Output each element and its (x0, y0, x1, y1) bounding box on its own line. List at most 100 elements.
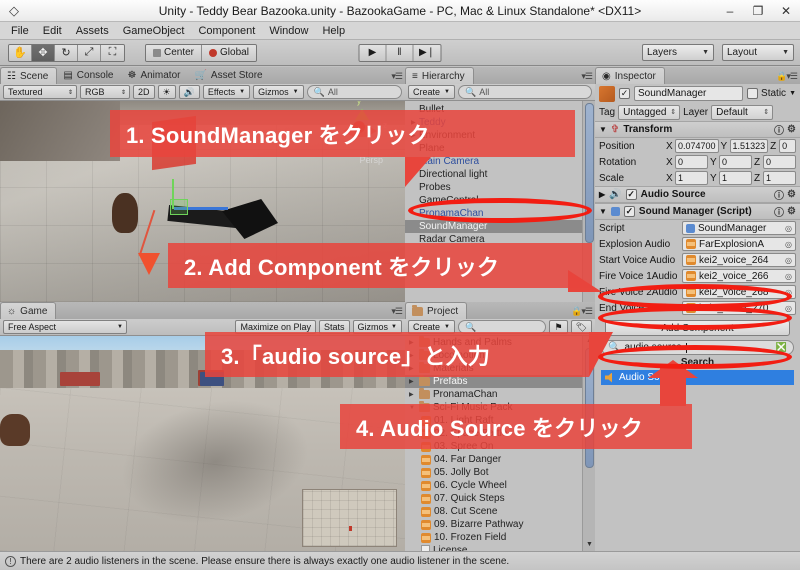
gear-icon[interactable]: ⚙ (787, 124, 796, 135)
project-item-license[interactable]: License (405, 544, 582, 551)
scale-tool-icon[interactable]: ⤢ (78, 44, 101, 61)
space-mode-button[interactable]: Global (202, 44, 256, 61)
object-picker-icon[interactable]: ◎ (785, 224, 792, 233)
hierarchy-scrollbar-thumb[interactable] (585, 103, 594, 243)
layers-dropdown[interactable]: Layers ▼ (642, 44, 714, 61)
explosion-audio-field[interactable]: FarExplosionA ◎ (682, 237, 796, 251)
audio-source-component-header[interactable]: ▶ 🔊 ✓ Audio Source ⓘ ⚙ (595, 186, 800, 203)
expand-triangle-icon[interactable]: ▶ (409, 391, 416, 398)
move-gizmo-z-arrow[interactable] (138, 253, 160, 275)
object-picker-icon[interactable]: ◎ (785, 240, 792, 249)
gear-icon[interactable]: ⚙ (787, 206, 796, 217)
step-button[interactable]: ▶❘ (413, 44, 441, 61)
tab-inspector[interactable]: ◉ Inspector (595, 67, 665, 84)
position-z-input[interactable]: 0 (779, 139, 796, 153)
project-item-pronamachan[interactable]: ▶ PronamaChan (405, 388, 582, 401)
script-object-field[interactable]: SoundManager ◎ (682, 221, 796, 235)
scale-z-input[interactable]: 1 (763, 171, 796, 185)
help-icon[interactable]: ⓘ (774, 204, 784, 219)
move-gizmo-z-axis[interactable] (138, 209, 156, 257)
static-checkbox[interactable] (747, 88, 759, 99)
project-item-04-far-danger[interactable]: 04. Far Danger (405, 453, 582, 466)
foldout-triangle-icon[interactable]: ▼ (599, 207, 607, 216)
draw-mode-dropdown[interactable]: Textured ⇕ (3, 85, 77, 99)
position-y-input[interactable]: 1.51323 (729, 139, 769, 153)
project-item-10-frozen-field[interactable]: 10. Frozen Field (405, 531, 582, 544)
rotate-tool-icon[interactable]: ↻ (55, 44, 78, 61)
pivot-mode-button[interactable]: Center (146, 44, 203, 61)
toggle-2d-button[interactable]: 2D (133, 85, 155, 99)
scale-x-input[interactable]: 1 (675, 171, 708, 185)
sound-manager-component-header[interactable]: ▼ ✓ Sound Manager (Script) ⓘ ⚙ (595, 203, 800, 220)
scene-search-input[interactable]: 🔍 All (306, 85, 402, 99)
menu-component[interactable]: Component (191, 22, 262, 40)
object-name-input[interactable]: SoundManager (634, 86, 744, 101)
pause-button[interactable]: ‖ (386, 44, 414, 61)
play-button[interactable]: ▶ (359, 44, 387, 61)
start-voice-audio-field[interactable]: kei2_voice_264 ◎ (682, 253, 796, 267)
color-mode-dropdown[interactable]: RGB ⇕ (80, 85, 130, 99)
chevron-down-icon[interactable]: ▼ (789, 90, 796, 97)
aspect-ratio-dropdown[interactable]: Free Aspect ▼ (3, 320, 127, 334)
panel-options-icon[interactable]: ▾☰ (391, 306, 403, 317)
foldout-triangle-icon[interactable]: ▼ (599, 125, 607, 134)
tab-hierarchy[interactable]: ≡ Hierarchy (405, 67, 474, 84)
position-x-input[interactable]: 0.074700 (675, 139, 719, 153)
project-item-09-bizarre-pathway[interactable]: 09. Bizarre Pathway (405, 518, 582, 531)
hierarchy-create-button[interactable]: Create ▼ (408, 85, 455, 99)
tab-asset-store[interactable]: 🛒 Asset Store (188, 67, 270, 84)
panel-options-icon[interactable]: 🔒▾☰ (571, 306, 593, 317)
scale-y-input[interactable]: 1 (719, 171, 752, 185)
menu-edit[interactable]: Edit (36, 22, 69, 40)
tab-project[interactable]: Project (405, 302, 468, 319)
menu-help[interactable]: Help (315, 22, 352, 40)
fire-voice-1-audio-field[interactable]: kei2_voice_266 ◎ (682, 269, 796, 283)
scene-audio-toggle[interactable]: 🔊 (178, 85, 200, 99)
scroll-down-arrow-icon[interactable]: ▼ (585, 541, 594, 550)
hierarchy-search-input[interactable]: 🔍 All (457, 85, 592, 99)
menu-window[interactable]: Window (262, 22, 315, 40)
minimize-button[interactable]: – (716, 0, 744, 22)
rotation-y-input[interactable]: 0 (719, 155, 752, 169)
gear-icon[interactable]: ⚙ (787, 189, 796, 200)
hierarchy-item-directional-light[interactable]: Directional light (405, 168, 582, 181)
project-item-06-cycle-wheel[interactable]: 06. Cycle Wheel (405, 479, 582, 492)
tab-game[interactable]: ☼ Game (0, 302, 57, 319)
panel-options-icon[interactable]: ▾☰ (581, 71, 593, 82)
menu-assets[interactable]: Assets (69, 22, 116, 40)
rotation-x-input[interactable]: 0 (675, 155, 708, 169)
rotation-z-input[interactable]: 0 (763, 155, 796, 169)
audio-source-enabled-checkbox[interactable]: ✓ (625, 189, 637, 200)
effects-dropdown[interactable]: Effects ▼ (202, 85, 251, 99)
tab-animator[interactable]: ☸ Animator (121, 67, 188, 84)
object-picker-icon[interactable]: ◎ (785, 272, 792, 281)
help-icon[interactable]: ⓘ (774, 122, 784, 137)
sound-manager-enabled-checkbox[interactable]: ✓ (623, 206, 635, 217)
move-gizmo-plane-handle[interactable] (170, 199, 188, 215)
tab-scene[interactable]: ☷ Scene (0, 67, 58, 84)
project-item-08-cut-scene[interactable]: 08. Cut Scene (405, 505, 582, 518)
tab-console[interactable]: ▤ Console (57, 67, 121, 84)
project-item-05-jolly-bot[interactable]: 05. Jolly Bot (405, 466, 582, 479)
panel-options-icon[interactable]: ▾☰ (391, 71, 403, 82)
hierarchy-item-probes[interactable]: Probes (405, 181, 582, 194)
menu-file[interactable]: File (4, 22, 36, 40)
hand-tool-icon[interactable]: ✋ (9, 44, 32, 61)
expand-triangle-icon[interactable]: ▶ (409, 378, 416, 385)
rect-tool-icon[interactable]: ⛶ (101, 44, 124, 61)
lock-icon[interactable]: 🔒▾☰ (776, 71, 798, 82)
layout-dropdown[interactable]: Layout ▼ (722, 44, 794, 61)
transform-component-header[interactable]: ▼ ✞ Transform ⓘ ⚙ (595, 121, 800, 138)
object-picker-icon[interactable]: ◎ (785, 256, 792, 265)
project-item-07-quick-steps[interactable]: 07. Quick Steps (405, 492, 582, 505)
layer-dropdown[interactable]: Default ⇕ (711, 104, 774, 120)
menu-gameobject[interactable]: GameObject (116, 22, 192, 40)
scene-lighting-toggle[interactable]: ☀ (157, 85, 176, 99)
help-icon[interactable]: ⓘ (774, 187, 784, 202)
tag-dropdown[interactable]: Untagged ⇕ (618, 104, 681, 120)
foldout-triangle-icon[interactable]: ▶ (599, 190, 605, 199)
status-bar[interactable]: ! There are 2 audio listeners in the sce… (0, 551, 800, 570)
move-tool-icon[interactable]: ✥ (32, 44, 55, 61)
close-button[interactable]: ✕ (772, 0, 800, 22)
object-picker-icon[interactable]: ◎ (785, 304, 792, 313)
